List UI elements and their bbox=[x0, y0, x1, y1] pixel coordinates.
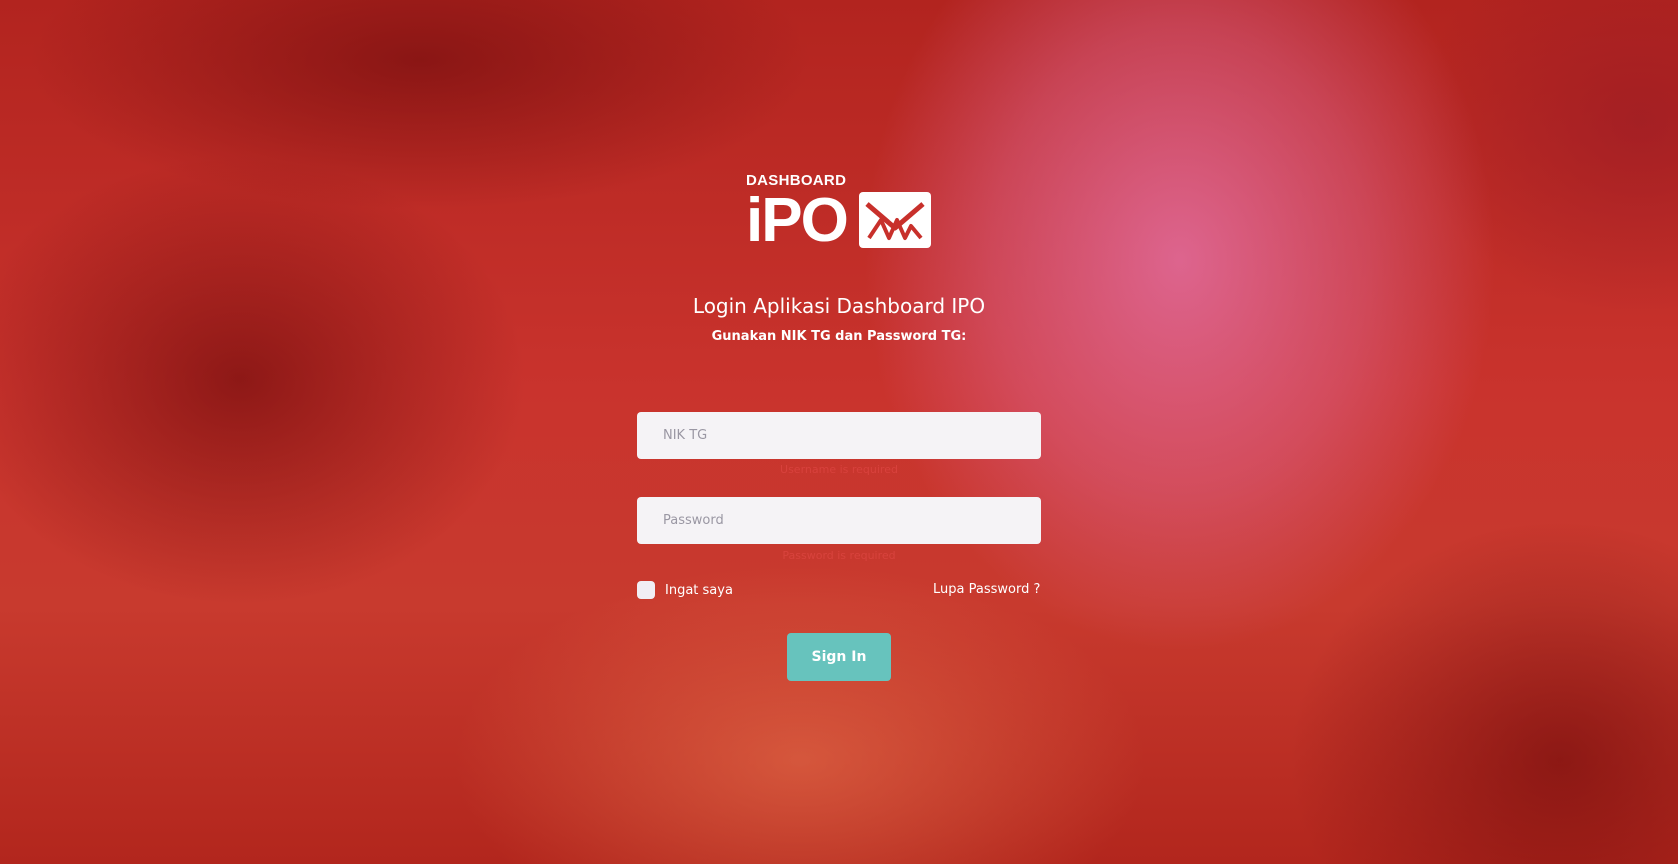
app-logo: DASHBOARD iPO bbox=[746, 172, 932, 255]
logo-main-text: iPO bbox=[746, 186, 849, 255]
nik-input[interactable] bbox=[637, 412, 1041, 459]
remember-me-checkbox[interactable] bbox=[637, 581, 655, 599]
nik-validation-hint: Username is required bbox=[780, 463, 898, 476]
forgot-password-link[interactable]: Lupa Password ? bbox=[933, 582, 1040, 597]
page-subtitle: Gunakan NIK TG dan Password TG: bbox=[711, 329, 967, 344]
remember-me[interactable]: Ingat saya bbox=[637, 581, 733, 599]
password-validation-hint: Password is required bbox=[782, 549, 896, 562]
sign-in-button[interactable]: Sign In bbox=[787, 633, 891, 681]
page-title: Login Aplikasi Dashboard IPO bbox=[692, 294, 986, 318]
password-input[interactable] bbox=[637, 497, 1041, 544]
brand-mark-icon bbox=[859, 192, 931, 248]
remember-me-label: Ingat saya bbox=[665, 582, 733, 598]
